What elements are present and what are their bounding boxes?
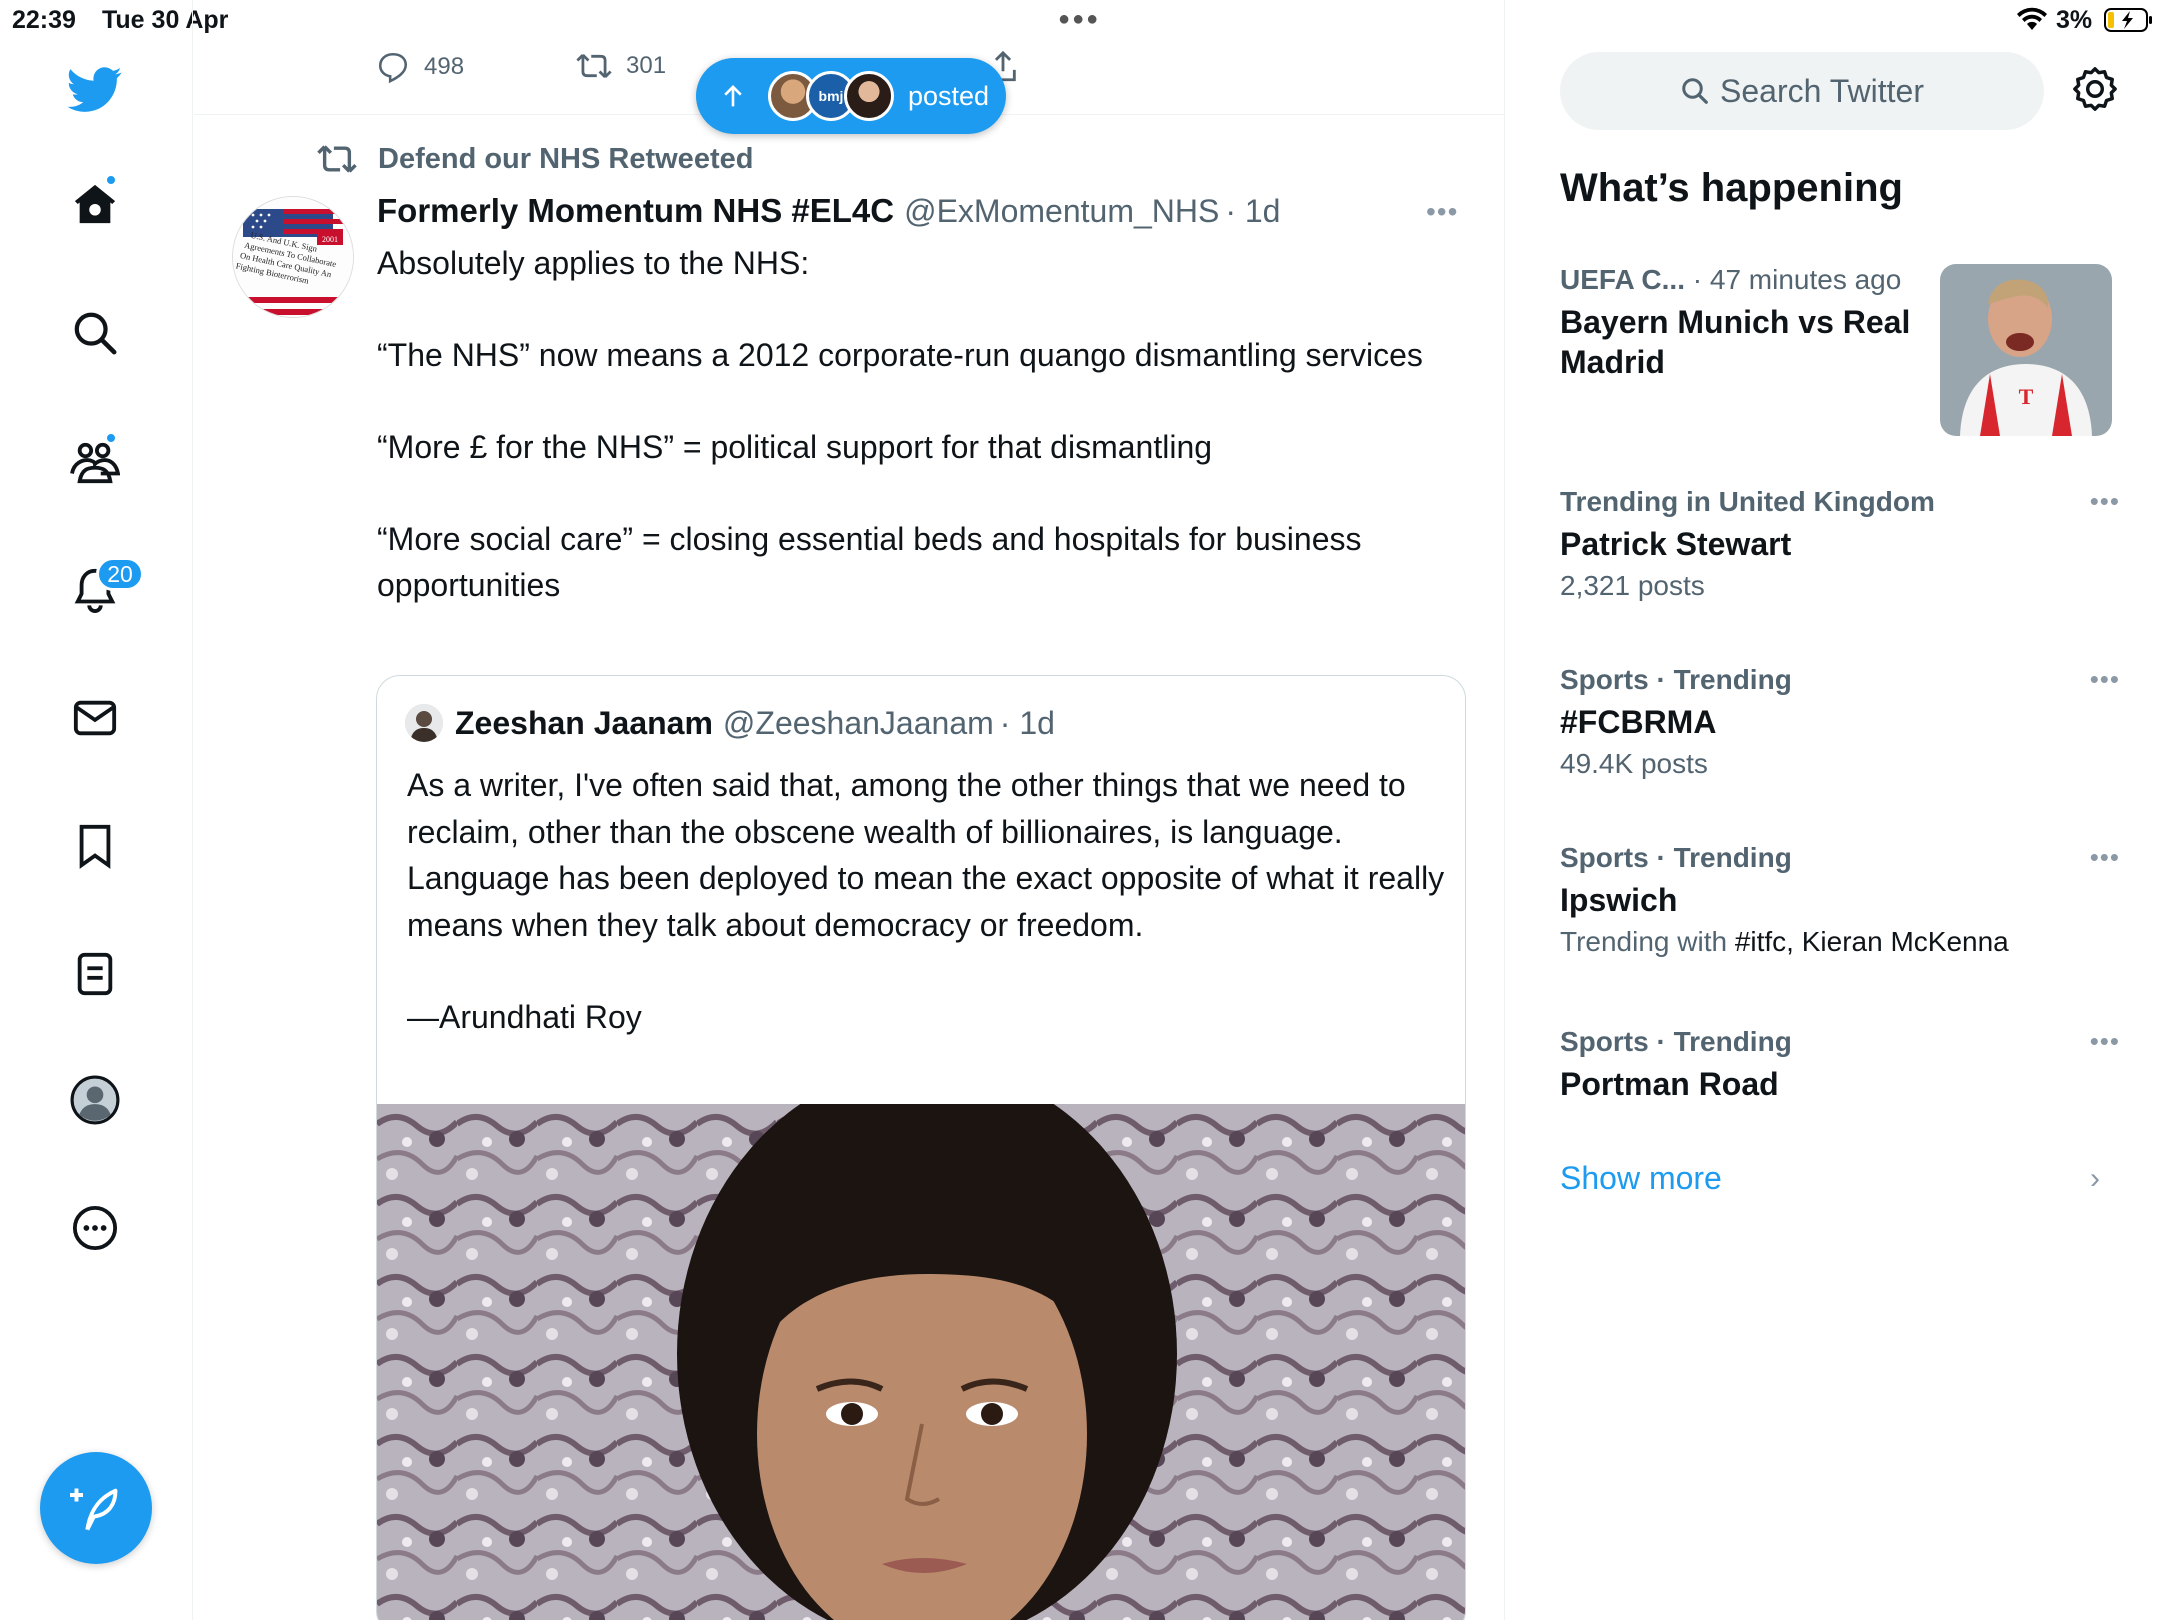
trend-thumbnail[interactable]: T	[1940, 264, 2112, 436]
quote-paragraph: As a writer, I've often said that, among…	[407, 767, 1445, 943]
trend-more-icon[interactable]: •••	[2090, 1026, 2120, 1057]
trend-title: #FCBRMA	[1560, 704, 1717, 740]
tweet-paragraph: “More £ for the NHS” = political support…	[377, 429, 1213, 465]
tweet-paragraph: Absolutely applies to the NHS:	[377, 245, 810, 281]
reply-count: 498	[424, 53, 465, 80]
quote-time: · 1d	[999, 704, 1055, 741]
svg-text:T: T	[2019, 384, 2034, 409]
home-unread-dot	[105, 174, 117, 186]
pill-label: posted	[908, 80, 990, 111]
trend-category: Sports	[1560, 664, 1649, 695]
trend-item[interactable]: Trending in United Kingdom ••• Patrick S…	[1560, 486, 2120, 602]
reply-icon	[378, 52, 408, 84]
retweeted-by-label: Defend our NHS Retweeted	[378, 142, 754, 175]
quote-attribution: —Arundhati Roy	[407, 999, 642, 1035]
trend-more-icon[interactable]: •••	[2090, 842, 2120, 873]
tweet-paragraph: “The NHS” now means a 2012 corporate-run…	[377, 337, 1423, 373]
trend-item[interactable]: Sports · Trending ••• Portman Road	[1560, 1026, 2120, 1104]
feather-plus-icon	[70, 1488, 118, 1531]
quote-photo[interactable]	[377, 1104, 1465, 1620]
tweet-text: Absolutely applies to the NHS: “The NHS”…	[377, 240, 1457, 654]
retweet-icon	[576, 53, 612, 79]
whats-happening-heading: What’s happening	[1560, 166, 1903, 210]
retweet-count: 301	[626, 52, 667, 79]
trend-meta: · Trending	[1648, 842, 1792, 873]
notifications-badge: 20	[96, 557, 144, 591]
trend-post-count: 2,321 posts	[1560, 570, 1705, 601]
arrow-up-icon	[724, 85, 742, 107]
twitter-bird-icon[interactable]	[65, 60, 125, 120]
trend-title: Bayern Munich vs Real Madrid	[1560, 304, 1911, 380]
gear-icon[interactable]	[2072, 66, 2118, 117]
trend-with-terms: #itfc, Kieran McKenna	[1734, 926, 2009, 957]
trend-item[interactable]: Sports · Trending ••• #FCBRMA 49.4K post…	[1560, 664, 2120, 780]
tweet-header: Formerly Momentum NHS #EL4C @ExMomentum_…	[377, 192, 1280, 230]
search-icon	[1682, 78, 1708, 104]
pill-avatar-3	[844, 71, 894, 121]
tweet-author-avatar[interactable]: 2001 U.S. And U.K. Sign Agreements To Co…	[232, 196, 354, 318]
trend-title: Ipswich	[1560, 882, 1678, 918]
trend-more-icon[interactable]: •••	[2090, 486, 2120, 517]
reply-button[interactable]: 498	[376, 50, 464, 84]
trend-meta: · 47 minutes ago	[1684, 264, 1902, 295]
trend-category: Trending in United Kingdom	[1560, 486, 1935, 517]
trend-category: UEFA C...	[1560, 264, 1685, 295]
trend-meta: · Trending	[1648, 664, 1792, 695]
show-more-link[interactable]: Show more	[1560, 1160, 1722, 1197]
chevron-right-icon[interactable]: ›	[2090, 1162, 2100, 1196]
retweeted-by[interactable]: Defend our NHS Retweeted	[316, 142, 753, 176]
tweet-author-name[interactable]: Formerly Momentum NHS #EL4C	[377, 192, 894, 230]
lists-icon[interactable]	[65, 944, 125, 1004]
communities-unread-dot	[105, 432, 117, 444]
quote-author-name: Zeeshan Jaanam	[455, 704, 713, 741]
trend-category: Sports	[1560, 842, 1649, 873]
profile-avatar[interactable]	[65, 1070, 125, 1130]
trend-post-count: 49.4K posts	[1560, 748, 1708, 779]
quoted-tweet-card[interactable]: Zeeshan Jaanam @ZeeshanJaanam · 1d As a …	[376, 675, 1466, 1620]
more-circle-icon[interactable]	[65, 1198, 125, 1258]
quote-author-handle: @ZeeshanJaanam	[722, 704, 994, 741]
trend-with-label: Trending with	[1560, 926, 1735, 957]
tweet-author-handle[interactable]: @ExMomentum_NHS	[904, 193, 1219, 230]
right-sidebar: Search Twitter What’s happening UEFA C..…	[1506, 0, 2160, 1620]
bookmark-icon[interactable]	[65, 816, 125, 876]
quote-author-avatar	[405, 704, 443, 742]
search-icon[interactable]	[65, 303, 125, 363]
tweet-time[interactable]: · 1d	[1225, 193, 1280, 230]
trend-more-icon[interactable]: •••	[2090, 664, 2120, 695]
search-placeholder: Search Twitter	[1720, 72, 1924, 109]
left-navigation: 20	[0, 0, 193, 1620]
retweet-icon	[317, 145, 357, 173]
timeline: 498 301 bmj posted Defend our NHS Retwee…	[194, 0, 1505, 1620]
new-posts-pill[interactable]: bmj posted	[696, 58, 1006, 134]
compose-tweet-button[interactable]	[40, 1452, 152, 1564]
avatar-year: 2001	[322, 235, 338, 244]
quote-text: As a writer, I've often said that, among…	[407, 762, 1447, 1087]
trend-title: Portman Road	[1560, 1066, 1779, 1102]
mail-icon[interactable]	[65, 688, 125, 748]
quote-header: Zeeshan Jaanam @ZeeshanJaanam · 1d	[405, 704, 1055, 742]
tweet-paragraph: “More social care” = closing essential b…	[377, 521, 1362, 603]
search-input[interactable]: Search Twitter	[1560, 52, 2044, 130]
trend-meta: · Trending	[1648, 1026, 1792, 1057]
trend-item[interactable]: Sports · Trending ••• Ipswich Trending w…	[1560, 842, 2120, 958]
retweet-button[interactable]: 301	[576, 50, 666, 82]
tweet-more-icon[interactable]: •••	[1426, 196, 1458, 228]
trend-title: Patrick Stewart	[1560, 526, 1792, 562]
trend-category: Sports	[1560, 1026, 1649, 1057]
